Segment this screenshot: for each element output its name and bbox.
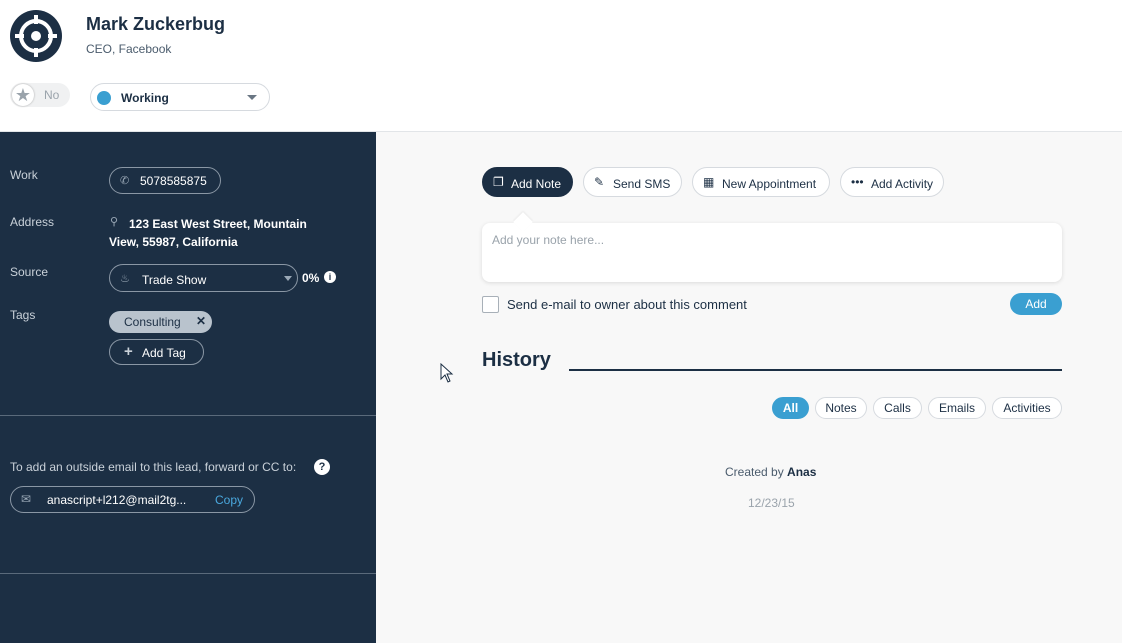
source-percent: 0% bbox=[302, 271, 320, 285]
filter-notes[interactable]: Notes bbox=[815, 397, 867, 419]
target-logo-icon bbox=[10, 10, 62, 62]
help-icon[interactable]: ? bbox=[314, 459, 330, 475]
add-note-submit-button[interactable]: Add bbox=[1010, 293, 1062, 315]
status-select[interactable]: Working bbox=[90, 83, 270, 111]
envelope-icon: ✉ bbox=[21, 492, 32, 506]
filter-activities[interactable]: Activities bbox=[992, 397, 1062, 419]
sidebar-divider bbox=[0, 573, 376, 574]
forward-email-address: anascript+l212@mail2tg... bbox=[47, 493, 187, 507]
lead-header: Mark Zuckerbug CEO, Facebook ★ No Workin… bbox=[0, 0, 1122, 132]
phone-number: 5078585875 bbox=[140, 174, 207, 188]
drop-icon: ♨ bbox=[120, 273, 130, 285]
status-dot bbox=[97, 91, 111, 105]
lead-title: CEO, Facebook bbox=[86, 42, 172, 56]
add-tag-label: Add Tag bbox=[142, 346, 186, 360]
note-input[interactable] bbox=[492, 233, 1052, 273]
sms-icon: ✎ bbox=[594, 175, 605, 189]
history-title: History bbox=[482, 349, 551, 371]
copy-link[interactable]: Copy bbox=[215, 493, 243, 507]
email-hint: To add an outside email to this lead, fo… bbox=[10, 460, 297, 474]
activity-panel: ❐ Add Note ✎ Send SMS ▦ New Appointment … bbox=[376, 132, 1122, 643]
tags-label: Tags bbox=[10, 308, 36, 322]
close-icon[interactable]: ✕ bbox=[196, 314, 206, 328]
info-icon[interactable]: i bbox=[324, 271, 336, 283]
source-label: Source bbox=[10, 265, 49, 279]
filter-all[interactable]: All bbox=[772, 397, 809, 419]
plus-icon: + bbox=[124, 343, 133, 360]
calendar-icon: ▦ bbox=[703, 175, 715, 189]
tag-chip[interactable]: Consulting ✕ bbox=[109, 311, 212, 333]
address-value: 123 East West Street, Mountain View, 559… bbox=[109, 217, 307, 249]
star-icon: ★ bbox=[12, 84, 34, 106]
tag-label: Consulting bbox=[124, 315, 181, 329]
chevron-down-icon bbox=[284, 276, 292, 281]
lead-name: Mark Zuckerbug bbox=[86, 14, 226, 34]
source-select[interactable]: ♨ Trade Show bbox=[109, 264, 298, 292]
add-tag-button[interactable]: + Add Tag bbox=[109, 339, 204, 365]
source-value: Trade Show bbox=[142, 273, 207, 287]
filter-calls[interactable]: Calls bbox=[873, 397, 922, 419]
note-box bbox=[482, 223, 1062, 282]
add-note-button[interactable]: ❐ Add Note bbox=[482, 167, 573, 197]
forward-email-field[interactable]: ✉ anascript+l212@mail2tg... Copy bbox=[10, 486, 255, 513]
work-label: Work bbox=[10, 168, 38, 182]
phone-button[interactable]: ✆ 5078585875 bbox=[109, 167, 221, 194]
address-label: Address bbox=[10, 215, 55, 229]
created-by-user: Anas bbox=[787, 465, 817, 479]
add-activity-button[interactable]: ••• Add Activity bbox=[840, 167, 944, 197]
note-icon: ❐ bbox=[493, 175, 504, 189]
chevron-down-icon bbox=[247, 95, 257, 100]
send-sms-button[interactable]: ✎ Send SMS bbox=[583, 167, 682, 197]
send-email-checkbox[interactable] bbox=[482, 296, 499, 313]
status-value: Working bbox=[121, 91, 169, 105]
star-toggle[interactable]: ★ No bbox=[10, 83, 70, 107]
mouse-cursor-icon bbox=[440, 363, 454, 383]
new-appointment-button[interactable]: ▦ New Appointment bbox=[692, 167, 830, 197]
phone-icon: ✆ bbox=[120, 175, 130, 187]
sidebar-divider bbox=[0, 415, 376, 416]
send-email-label: Send e-mail to owner about this comment bbox=[507, 297, 747, 312]
created-prefix: Created by bbox=[725, 465, 784, 479]
star-toggle-label: No bbox=[44, 88, 60, 102]
history-created-by: Created by Anas bbox=[725, 465, 816, 479]
lead-sidebar: Work ✆ 5078585875 Address ⚲ 123 East Wes… bbox=[0, 132, 376, 643]
history-date: 12/23/15 bbox=[748, 496, 795, 510]
more-icon: ••• bbox=[851, 175, 864, 189]
filter-emails[interactable]: Emails bbox=[928, 397, 986, 419]
history-divider bbox=[569, 369, 1062, 371]
